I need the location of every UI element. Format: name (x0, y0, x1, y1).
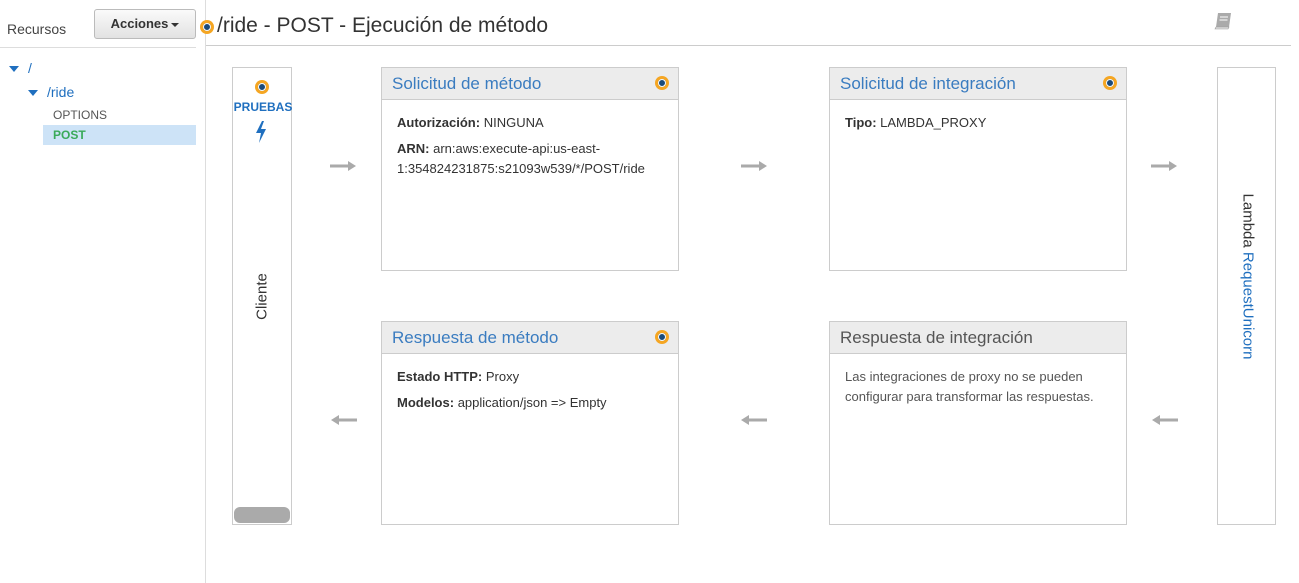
integration-request-header: Solicitud de integración (830, 68, 1126, 100)
lambda-function-link[interactable]: RequestUnicorn (1240, 252, 1257, 360)
page-title: /ride - POST - Ejecución de método (217, 14, 549, 37)
method-request-title-link[interactable]: Solicitud de método (392, 74, 541, 94)
arn-key: ARN: (397, 141, 430, 156)
type-key: Tipo: (845, 115, 877, 130)
type-value: LAMBDA_PROXY (880, 115, 987, 130)
method-request-card: Solicitud de método Autorización: NINGUN… (381, 67, 679, 271)
models-key: Modelos: (397, 395, 455, 410)
tree-item-ride[interactable]: /ride (47, 84, 74, 100)
integration-request-body: Tipo: LAMBDA_PROXY (830, 100, 1126, 133)
status-dot-icon (200, 20, 214, 34)
method-request-header: Solicitud de método (382, 68, 678, 100)
arrow-right-icon (741, 161, 767, 171)
integration-response-header: Respuesta de integración (830, 322, 1126, 354)
method-response-body: Estado HTTP: Proxy Modelos: application/… (382, 354, 678, 413)
arrow-left-icon (741, 415, 767, 425)
status-dot-icon (1103, 76, 1117, 90)
arrow-left-icon (1152, 415, 1178, 425)
models-value: application/json => Empty (457, 395, 607, 410)
test-link[interactable]: PRUEBAS (233, 100, 293, 114)
sidebar-title: Recursos (7, 21, 67, 37)
integration-response-note: Las integraciones de proxy no se pueden … (845, 369, 1094, 404)
actions-button[interactable]: Acciones (94, 9, 196, 39)
method-response-header: Respuesta de método (382, 322, 678, 354)
tree-toggle-root-icon[interactable] (9, 66, 19, 72)
arrow-right-icon (1151, 161, 1177, 171)
tree-method-options[interactable]: OPTIONS (53, 108, 107, 122)
auth-value: NINGUNA (483, 115, 544, 130)
test-status-dot-icon (255, 80, 269, 94)
tree-item-root[interactable]: / (28, 60, 32, 76)
book-icon[interactable] (1214, 12, 1234, 30)
method-response-title-link[interactable]: Respuesta de método (392, 328, 558, 348)
lambda-prefix: Lambda (1239, 193, 1257, 248)
arrow-left-icon (331, 415, 357, 425)
tree-toggle-ride-icon[interactable] (28, 90, 38, 96)
page-header: /ride - POST - Ejecución de método (200, 0, 1291, 46)
status-dot-icon (655, 76, 669, 90)
arn-value-line1: arn:aws:execute-api:us-east- (433, 141, 601, 156)
horizontal-scrollbar[interactable] (234, 507, 290, 523)
lambda-label: Lambda RequestUnicorn (1240, 187, 1257, 367)
client-panel: PRUEBAS Cliente (232, 67, 292, 525)
method-request-body: Autorización: NINGUNA ARN: arn:aws:execu… (382, 100, 678, 179)
client-label: Cliente (253, 273, 271, 320)
http-status-key: Estado HTTP: (397, 369, 483, 384)
http-status-value: Proxy (485, 369, 520, 384)
integration-response-body: Las integraciones de proxy no se pueden … (830, 354, 1126, 407)
integration-request-title-link[interactable]: Solicitud de integración (840, 74, 1016, 94)
method-response-card: Respuesta de método Estado HTTP: Proxy M… (381, 321, 679, 525)
arrow-right-icon (330, 161, 356, 171)
status-dot-icon (655, 330, 669, 344)
resources-sidebar: Recursos Acciones / /ride OPTIONS POST (0, 0, 206, 583)
sidebar-header: Recursos Acciones (0, 0, 196, 48)
caret-down-icon (171, 22, 180, 27)
lambda-panel: Lambda RequestUnicorn (1217, 67, 1276, 525)
tree-method-post-label: POST (53, 128, 86, 142)
integration-request-card: Solicitud de integración Tipo: LAMBDA_PR… (829, 67, 1127, 271)
lightning-bolt-icon[interactable] (253, 120, 269, 144)
integration-response-title: Respuesta de integración (840, 328, 1033, 347)
integration-response-card: Respuesta de integración Las integracion… (829, 321, 1127, 525)
tree-method-post-selected[interactable]: POST (43, 125, 196, 145)
actions-button-label: Acciones (110, 16, 169, 31)
auth-key: Autorización: (397, 115, 481, 130)
arn-value-line2: 1:354824231875:s21093w539/*/POST/ride (397, 161, 645, 176)
